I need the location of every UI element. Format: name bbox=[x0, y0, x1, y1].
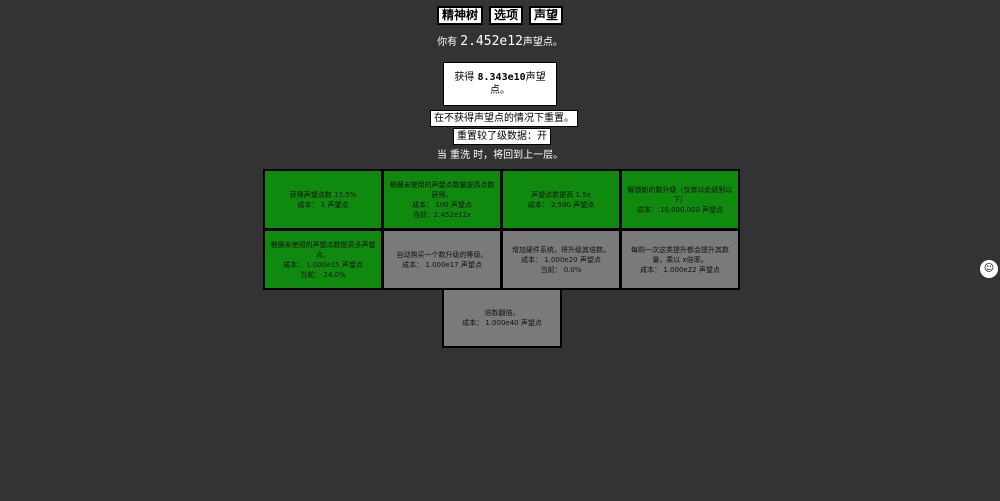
reset-without-gain-button[interactable]: 在不获得声望点的情况下重置。 bbox=[430, 110, 578, 127]
avatar-icon[interactable]: ☺ bbox=[980, 260, 998, 278]
tab-options[interactable]: 选项 bbox=[488, 6, 523, 25]
upgrade-desc: 获得声望点数 13.5% bbox=[289, 190, 357, 199]
upgrade-desc: 倍数翻倍。 bbox=[484, 309, 520, 317]
points-display: 你有 2.452e12声望点。 bbox=[0, 33, 1000, 49]
upgrade-desc: 增加硬件系统，将升级其倍数。 bbox=[512, 245, 610, 254]
upgrade-8[interactable]: 每购一次这类提升都会提升其数量，乘以 x倍率。 成本： 1.000e22 声望点 bbox=[620, 229, 740, 290]
upgrade-cost: 成本： 1.000e15 声望点 bbox=[283, 260, 363, 269]
upgrade-desc: 解锁新的数升级（仅有以此级别以下） bbox=[627, 185, 733, 204]
upgrade-effect: 当前： 24.0% bbox=[300, 270, 346, 279]
upgrade-1[interactable]: 获得声望点数 13.5% 成本： 1 声望点 bbox=[263, 169, 383, 230]
reset-gain-value: 8.343e10 bbox=[477, 72, 526, 83]
reset-prefix: 获得 bbox=[454, 72, 475, 83]
upgrade-3[interactable]: 声望点数提高 1.5x 成本： 2,500 声望点 bbox=[501, 169, 621, 230]
points-prefix: 你有 bbox=[437, 37, 458, 48]
upgrade-grid: 获得声望点数 13.5% 成本： 1 声望点 根据未使用的声望点数量提高点数获得… bbox=[263, 169, 740, 290]
upgrade-effect: 当前：2.452e12x bbox=[412, 210, 472, 219]
upgrade-6[interactable]: 自动购买一个数升级的等级。 成本： 1.000e17 声望点 bbox=[382, 229, 502, 290]
final-upgrade-row: 倍数翻倍。 成本： 1.000e40 声望点 bbox=[442, 288, 562, 348]
upgrade-desc: 自动购买一个数升级的等级。 bbox=[396, 250, 488, 259]
upgrade-4[interactable]: 解锁新的数升级（仅有以此级别以下） 成本： 10,000,000 声望点 bbox=[620, 169, 740, 230]
upgrade-cost: 成本： 2,500 声望点 bbox=[527, 200, 595, 209]
upgrade-2[interactable]: 根据未使用的声望点数量提高点数获得。 成本： 100 声望点 当前：2.452e… bbox=[382, 169, 502, 230]
tab-prestige[interactable]: 声望 bbox=[529, 6, 564, 25]
upgrade-cost: 成本： 100 声望点 bbox=[412, 200, 472, 209]
prestige-reset-button[interactable]: 获得 8.343e10声望点。 bbox=[443, 62, 557, 106]
upgrade-5[interactable]: 根据未使用的声望点数提高多声望点。 成本： 1.000e15 声望点 当前： 2… bbox=[263, 229, 383, 290]
tab-bar: 精神树 选项 声望 bbox=[0, 6, 1000, 25]
layer-data-toggle-button[interactable]: 重置较了级数据：开 bbox=[453, 128, 551, 145]
upgrade-cost: 成本： 1.000e22 声望点 bbox=[640, 265, 720, 274]
tab-spirit-tree[interactable]: 精神树 bbox=[436, 6, 483, 25]
points-suffix: 声望点。 bbox=[522, 37, 563, 48]
upgrade-9[interactable]: 倍数翻倍。 成本： 1.000e40 声望点 bbox=[442, 288, 562, 348]
upgrade-7[interactable]: 增加硬件系统，将升级其倍数。 成本： 1.000e20 声望点 当前： 0.0% bbox=[501, 229, 621, 290]
points-value: 2.452e12 bbox=[460, 34, 523, 49]
upgrade-cost: 成本： 1.000e17 声望点 bbox=[402, 260, 482, 269]
upgrade-effect: 当前： 0.0% bbox=[540, 265, 582, 274]
upgrade-cost: 成本： 1 声望点 bbox=[297, 200, 349, 209]
upgrade-cost: 成本： 1.000e40 声望点 bbox=[462, 319, 542, 327]
upgrade-desc: 声望点数提高 1.5x bbox=[531, 190, 591, 199]
respec-note: 当 重洗 时，将回到上一层。 bbox=[436, 150, 564, 161]
upgrade-desc: 每购一次这类提升都会提升其数量，乘以 x倍率。 bbox=[631, 245, 729, 264]
upgrade-cost: 成本： 1.000e20 声望点 bbox=[521, 255, 601, 264]
upgrade-cost: 成本： 10,000,000 声望点 bbox=[636, 205, 724, 214]
upgrade-desc: 根据未使用的声望点数量提高点数获得。 bbox=[389, 180, 495, 199]
upgrade-desc: 根据未使用的声望点数提高多声望点。 bbox=[270, 240, 376, 259]
